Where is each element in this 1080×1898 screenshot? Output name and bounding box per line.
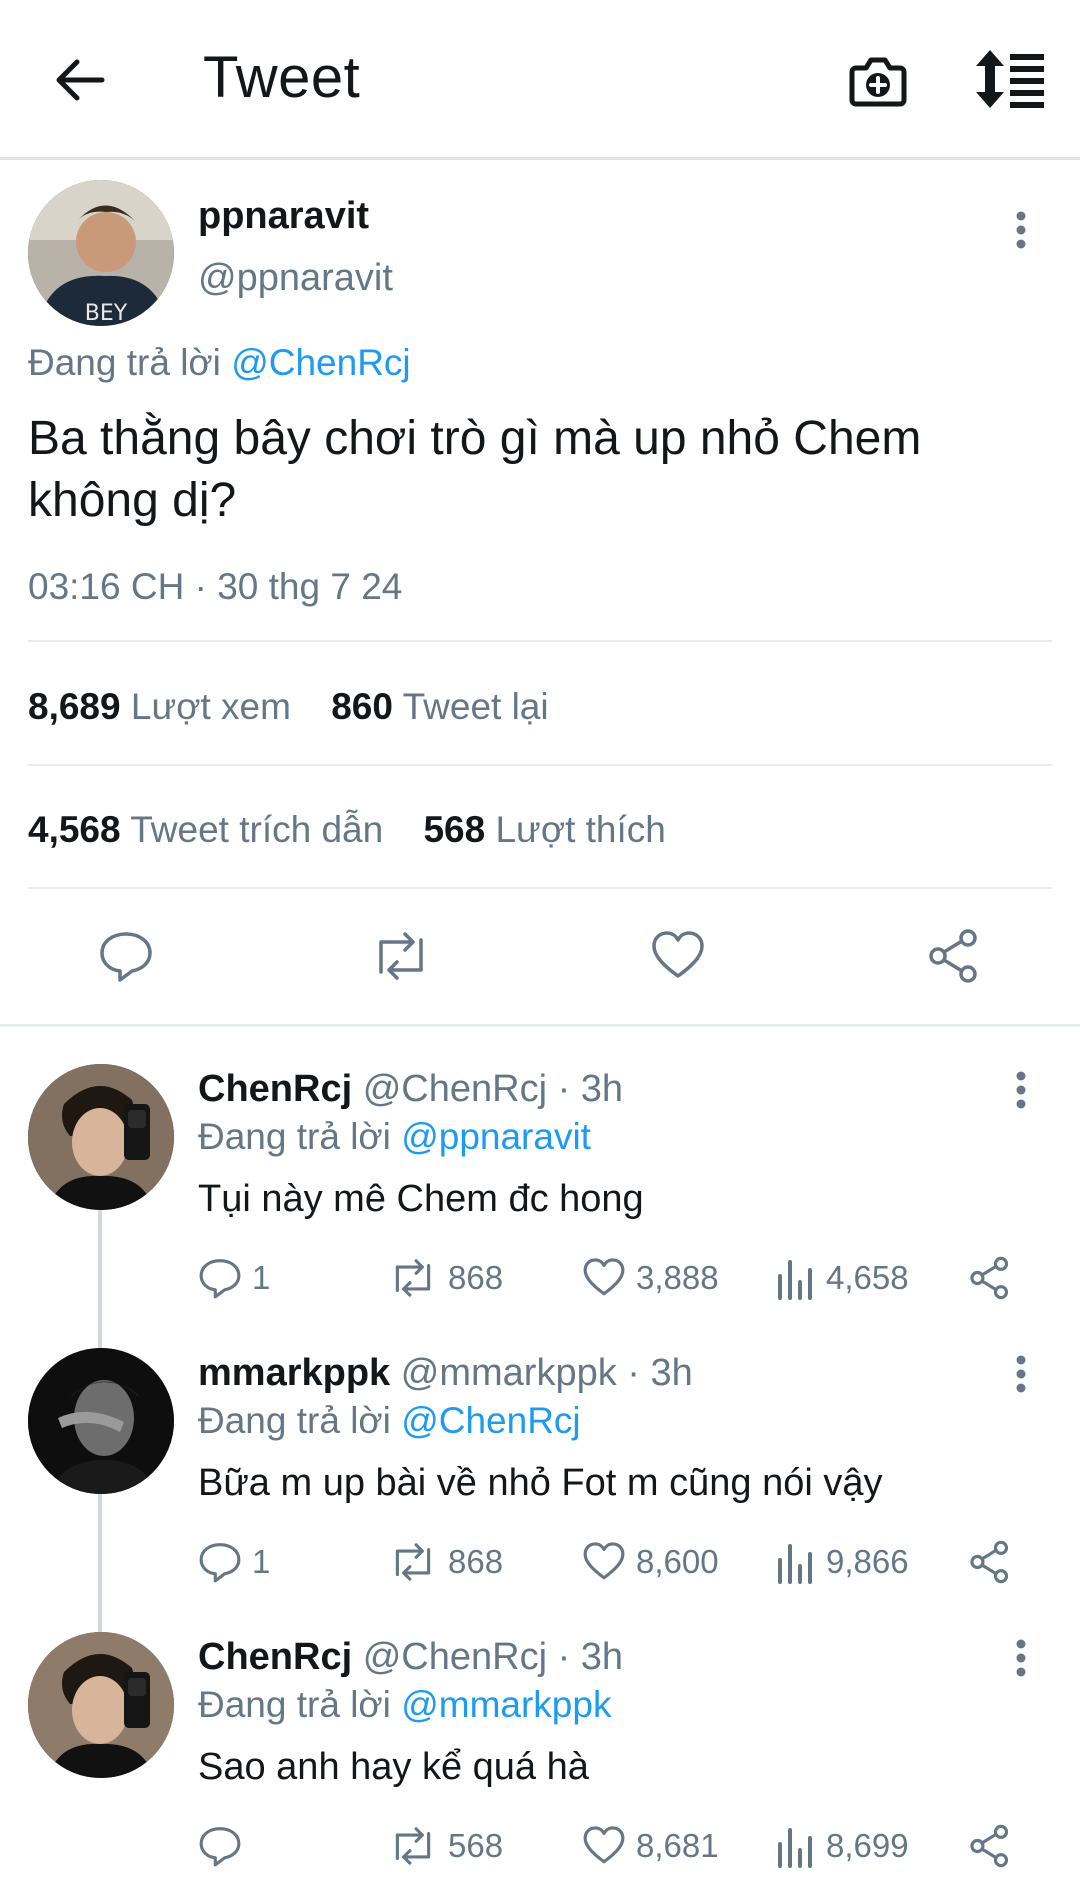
reply-replying-line: Đang trả lời @ppnaravit <box>198 1116 591 1158</box>
reply-time: · 3h <box>547 1068 624 1110</box>
reply-display-name[interactable]: ChenRcj <box>198 1636 352 1678</box>
like-icon <box>583 1542 625 1580</box>
retweet-action[interactable]: 868 <box>388 1540 503 1584</box>
like-icon <box>583 1258 625 1296</box>
reply-replying-line: Đang trả lời @ChenRcj <box>198 1400 581 1442</box>
reply-count: 1 <box>252 1259 271 1296</box>
retweet-icon <box>395 1259 431 1297</box>
share-icon[interactable] <box>926 928 982 984</box>
views-action[interactable]: 8,699 <box>776 1824 909 1868</box>
reply-handle[interactable]: @ChenRcj <box>363 1636 547 1678</box>
retweet-count: 868 <box>448 1259 504 1296</box>
divider <box>28 764 1052 766</box>
reply-avatar[interactable] <box>28 1064 174 1210</box>
retweet-icon <box>395 1827 431 1865</box>
likes-stat[interactable]: 568 Lượt thích <box>423 809 665 850</box>
reply-icon <box>199 1827 241 1867</box>
replying-prefix: Đang trả lời <box>198 1400 391 1441</box>
replying-prefix: Đang trả lời <box>198 1116 391 1157</box>
author-handle[interactable]: @ppnaravit <box>198 257 393 300</box>
replying-prefix: Đang trả lời <box>28 342 221 383</box>
like-action[interactable]: 3,888 <box>582 1256 719 1300</box>
like-count: 3,888 <box>636 1259 719 1296</box>
retweet-count: 868 <box>448 1543 504 1580</box>
analytics-icon <box>778 1828 812 1868</box>
view-count: 4,658 <box>826 1259 909 1296</box>
reply-time: · 3h <box>547 1636 624 1678</box>
back-arrow-icon[interactable] <box>50 50 110 110</box>
reply-count: 1 <box>252 1543 271 1580</box>
author-avatar[interactable]: BEY <box>28 180 174 326</box>
share-icon[interactable] <box>968 1256 1012 1300</box>
retweet-action[interactable]: 868 <box>388 1256 503 1300</box>
replying-prefix: Đang trả lời <box>198 1684 391 1725</box>
like-action[interactable]: 8,600 <box>582 1540 719 1584</box>
reply-text: Bữa m up bài về nhỏ Fot m cũng nói vậy <box>198 1462 883 1504</box>
replying-to-link[interactable]: @ChenRcj <box>231 342 410 383</box>
reply-replying-line: Đang trả lời @mmarkppk <box>198 1684 611 1726</box>
author-display-name[interactable]: ppnaravit <box>198 195 369 238</box>
retweet-icon <box>395 1543 431 1581</box>
replying-to-link[interactable]: @ppnaravit <box>401 1116 591 1157</box>
more-options-icon[interactable] <box>1013 1638 1029 1678</box>
thread-line <box>98 1494 102 1634</box>
reply-header: ChenRcj @ChenRcj · 3h <box>198 1636 623 1679</box>
reply-avatar[interactable] <box>28 1632 174 1778</box>
more-options-icon[interactable] <box>1013 1070 1029 1110</box>
like-icon[interactable] <box>650 928 706 984</box>
like-count: 8,681 <box>636 1827 719 1864</box>
reply-avatar[interactable] <box>28 1348 174 1494</box>
more-options-icon[interactable] <box>1013 1354 1029 1394</box>
replying-to-link[interactable]: @ChenRcj <box>401 1400 580 1441</box>
reply-header: mmarkppk @mmarkppk · 3h <box>198 1352 693 1395</box>
app-header <box>0 0 1080 160</box>
views-action[interactable]: 9,866 <box>776 1540 909 1584</box>
reply-handle[interactable]: @ChenRcj <box>363 1068 547 1110</box>
tweet-timestamp[interactable]: 03:16 CH · 30 thg 7 24 <box>28 566 402 608</box>
retweet-count: 568 <box>448 1827 504 1864</box>
like-count: 8,600 <box>636 1543 719 1580</box>
replying-to-link[interactable]: @mmarkppk <box>401 1684 611 1725</box>
reply-action[interactable]: 1 <box>198 1540 270 1584</box>
reply-time: · 3h <box>616 1352 693 1394</box>
analytics-icon <box>778 1260 812 1300</box>
section-divider <box>0 1024 1080 1027</box>
svg-text:BEY: BEY <box>85 301 128 326</box>
share-icon[interactable] <box>968 1540 1012 1584</box>
reply-display-name[interactable]: ChenRcj <box>198 1068 352 1110</box>
retweet-action[interactable]: 568 <box>388 1824 503 1868</box>
reply-text: Tụi này mê Chem đc hong <box>198 1178 644 1220</box>
reply-icon <box>199 1543 241 1583</box>
view-count: 9,866 <box>826 1543 909 1580</box>
more-options-icon[interactable] <box>1013 210 1029 250</box>
quotes-stat[interactable]: 4,568 Tweet trích dẫn <box>28 809 393 850</box>
like-icon <box>583 1826 625 1864</box>
reply-text: Sao anh hay kể quá hà <box>198 1746 589 1788</box>
reply-icon[interactable] <box>98 928 154 984</box>
sort-list-icon[interactable] <box>976 48 1046 110</box>
reply-action[interactable] <box>198 1824 252 1868</box>
analytics-icon <box>778 1544 812 1584</box>
reply-handle[interactable]: @mmarkppk <box>401 1352 617 1394</box>
share-icon[interactable] <box>968 1824 1012 1868</box>
views-action[interactable]: 4,658 <box>776 1256 909 1300</box>
camera-plus-icon[interactable] <box>848 50 908 110</box>
divider <box>28 887 1052 889</box>
reply-action[interactable]: 1 <box>198 1256 270 1300</box>
reply-header: ChenRcj @ChenRcj · 3h <box>198 1068 623 1111</box>
replying-to-line: Đang trả lời @ChenRcj <box>28 342 411 384</box>
stats-row-2: 4,568 Tweet trích dẫn 568 Lượt thích <box>28 809 666 851</box>
page-title: Tweet <box>203 45 361 110</box>
retweets-stat[interactable]: 860 Tweet lại <box>331 686 548 727</box>
divider <box>28 640 1052 642</box>
like-action[interactable]: 8,681 <box>582 1824 719 1868</box>
reply-icon <box>199 1259 241 1299</box>
views-stat[interactable]: 8,689 Lượt xem <box>28 686 301 727</box>
retweet-icon[interactable] <box>369 928 433 984</box>
stats-row-1: 8,689 Lượt xem 860 Tweet lại <box>28 686 549 728</box>
view-count: 8,699 <box>826 1827 909 1864</box>
reply-display-name[interactable]: mmarkppk <box>198 1352 390 1394</box>
tweet-text: Ba thằng bây chơi trò gì mà up nhỏ Chem … <box>28 412 922 527</box>
